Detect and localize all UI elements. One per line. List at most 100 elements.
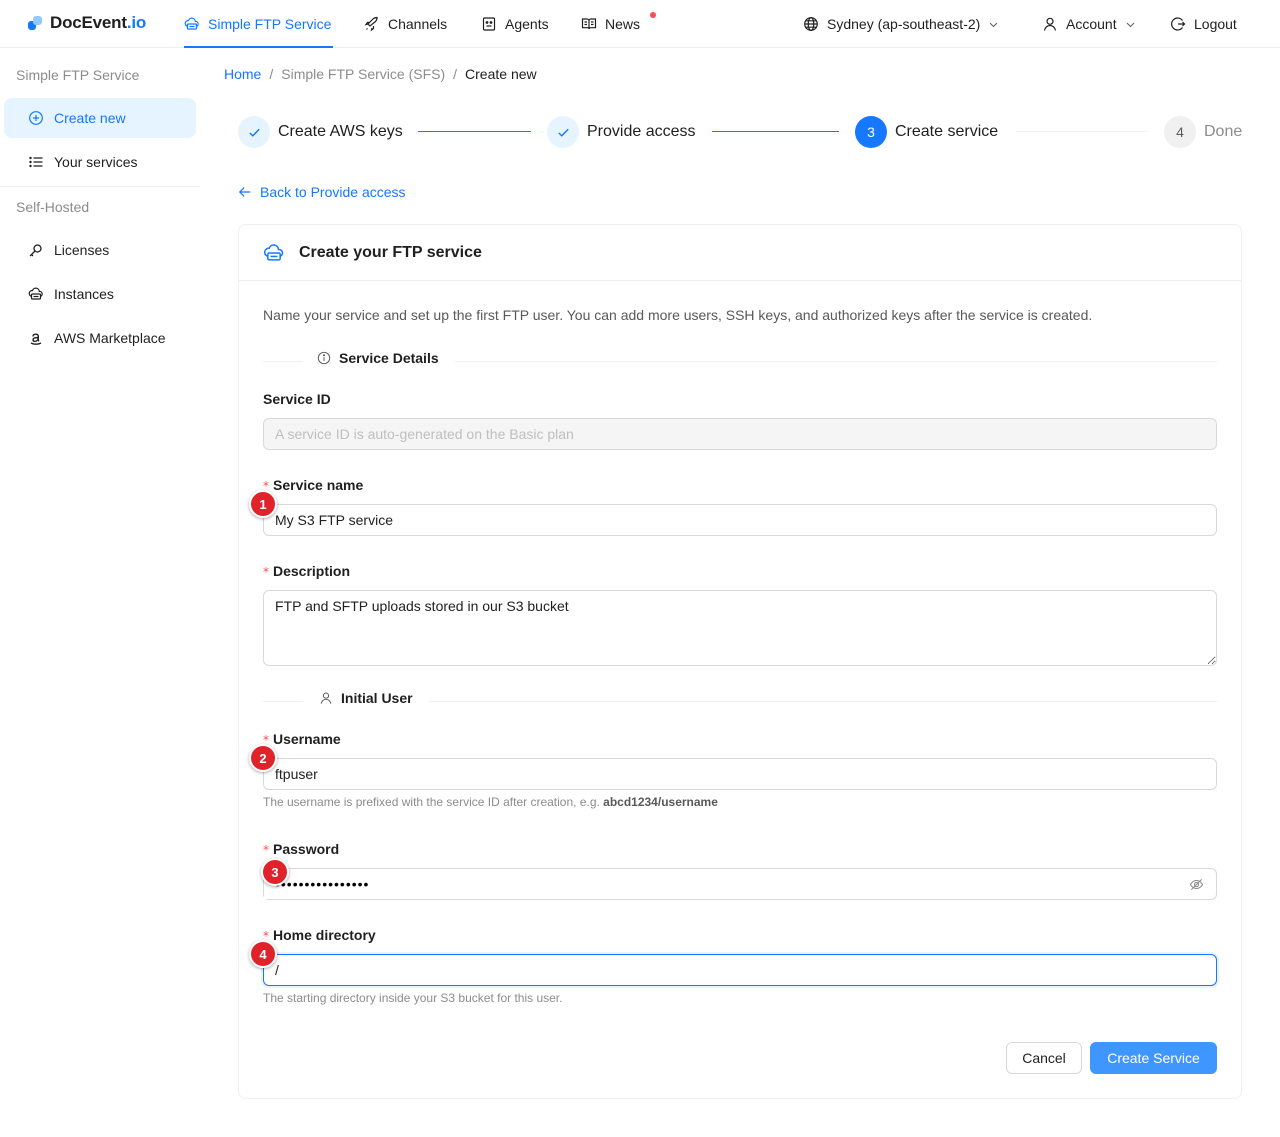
sidebar-item-licenses[interactable]: Licenses — [4, 230, 196, 270]
info-circle-icon — [317, 351, 331, 365]
nav-news[interactable]: News — [581, 0, 640, 48]
nav-channels[interactable]: Channels — [364, 0, 447, 48]
password-input[interactable] — [264, 869, 1164, 899]
card-header: Create your FTP service — [239, 225, 1241, 281]
cloud-icon — [28, 287, 43, 300]
password-label: * Password — [263, 841, 340, 857]
service-name-input[interactable] — [263, 504, 1217, 536]
cloud-server-icon — [184, 17, 199, 30]
annotation-badge-2: 2 — [249, 744, 277, 772]
step-create-aws-keys: Create AWS keys — [238, 116, 403, 148]
step-check — [547, 116, 579, 148]
cancel-button[interactable]: Cancel — [1006, 1042, 1082, 1074]
sidebar-item-create-new[interactable]: Create new — [4, 98, 196, 138]
brand-logo[interactable]: DocEvent.io — [28, 13, 146, 33]
card-intro-text: Name your service and set up the first F… — [263, 307, 1093, 323]
step-label: Done — [1204, 123, 1243, 140]
region-label: Sydney (ap-southeast-2) — [827, 16, 981, 32]
annotation-badge-1: 1 — [249, 490, 277, 518]
chevron-down-icon — [1126, 22, 1134, 27]
cloud-server-icon — [263, 243, 284, 261]
step-provide-access: Provide access — [547, 116, 696, 148]
section-divider-initial-user: Initial User — [263, 690, 1217, 712]
description-textarea[interactable]: FTP and SFTP uploads stored in our S3 bu… — [263, 590, 1217, 666]
region-selector[interactable]: Sydney (ap-southeast-2) — [803, 0, 999, 48]
user-icon — [320, 692, 332, 704]
logout-label: Logout — [1194, 16, 1237, 32]
service-name-label: * Service name — [263, 477, 364, 493]
amazon-icon — [30, 333, 42, 345]
sidebar-item-instances[interactable]: Instances — [4, 274, 196, 314]
sidebar-divider — [0, 186, 200, 187]
key-icon — [29, 244, 42, 257]
back-to-provide-access-link[interactable]: Back to Provide access — [238, 184, 406, 200]
home-directory-help: The starting directory inside your S3 bu… — [263, 991, 563, 1005]
step-connector — [712, 131, 839, 132]
required-mark: * — [263, 565, 269, 579]
create-service-button[interactable]: Create Service — [1090, 1042, 1217, 1074]
service-id-input — [263, 418, 1217, 450]
step-done: 4 Done — [1164, 116, 1242, 148]
robot-icon — [482, 17, 496, 31]
plus-circle-icon — [29, 111, 43, 125]
breadcrumb-service[interactable]: Simple FTP Service (SFS) — [281, 66, 445, 82]
nav-label: Simple FTP Service — [208, 16, 332, 32]
sidebar-item-label: Instances — [54, 286, 114, 302]
sidebar-item-label: Your services — [54, 154, 138, 170]
logout-icon — [1171, 17, 1186, 31]
section-divider-service-details: Service Details — [263, 350, 1217, 372]
sidebar-item-aws-marketplace[interactable]: AWS Marketplace — [4, 318, 196, 358]
brand-name: DocEvent — [50, 13, 127, 32]
list-icon — [29, 156, 43, 168]
user-icon — [1043, 17, 1057, 31]
eye-invisible-icon[interactable] — [1189, 877, 1204, 892]
check-icon — [557, 128, 569, 137]
back-link-label: Back to Provide access — [260, 184, 406, 200]
annotation-badge-3: 3 — [261, 858, 289, 886]
password-field — [263, 868, 1217, 900]
sidebar-group-sfs: Simple FTP Service — [16, 67, 140, 83]
sidebar-item-label: Create new — [54, 110, 126, 126]
book-icon — [581, 18, 597, 30]
username-input[interactable] — [263, 758, 1217, 790]
description-label: * Description — [263, 563, 351, 579]
step-label: Create service — [895, 123, 999, 140]
step-label: Provide access — [587, 123, 696, 140]
breadcrumb-separator: / — [269, 66, 274, 82]
section-title: Initial User — [341, 690, 413, 706]
step-check — [238, 116, 270, 148]
step-label: Create AWS keys — [278, 123, 403, 140]
nav-label: Channels — [388, 16, 448, 32]
step-number: 3 — [855, 116, 887, 148]
sidebar-group-self-hosted: Self-Hosted — [16, 199, 90, 215]
username-label: * Username — [263, 731, 341, 747]
breadcrumb-current: Create new — [465, 66, 537, 82]
account-menu[interactable]: Account — [1042, 0, 1136, 48]
step-number: 4 — [1164, 116, 1196, 148]
logout-button[interactable]: Logout — [1170, 0, 1237, 48]
news-notification-dot — [650, 12, 656, 18]
brand-suffix: .io — [126, 13, 147, 32]
step-create-service: 3 Create service — [855, 116, 998, 148]
arrow-left-icon — [238, 187, 251, 197]
chevron-down-icon — [990, 22, 998, 27]
globe-icon — [804, 17, 818, 31]
nav-agents[interactable]: Agents — [481, 0, 549, 48]
home-directory-label: * Home directory — [263, 927, 376, 943]
username-help: The username is prefixed with the servic… — [263, 795, 718, 809]
check-icon — [248, 128, 260, 137]
annotation-badge-4: 4 — [249, 940, 277, 968]
step-connector — [418, 131, 531, 132]
sidebar: Simple FTP Service Create new Your servi… — [0, 48, 200, 1137]
rocket-icon — [364, 16, 378, 32]
service-id-label: Service ID — [263, 391, 331, 407]
nav-label: Agents — [505, 16, 549, 32]
sidebar-item-your-services[interactable]: Your services — [4, 142, 196, 182]
home-directory-input[interactable] — [263, 954, 1217, 986]
sidebar-item-label: Licenses — [54, 242, 110, 258]
breadcrumb-separator: / — [453, 66, 458, 82]
logo-icon — [28, 16, 42, 30]
breadcrumb-home[interactable]: Home — [224, 66, 261, 82]
nav-simple-ftp-service[interactable]: Simple FTP Service — [184, 0, 333, 48]
breadcrumb: Home / Simple FTP Service (SFS) / Create… — [224, 66, 537, 82]
